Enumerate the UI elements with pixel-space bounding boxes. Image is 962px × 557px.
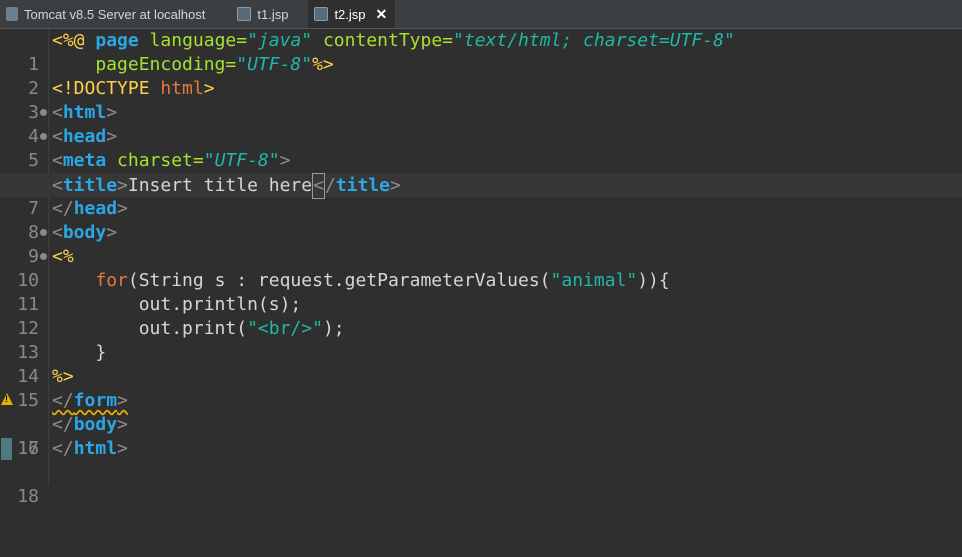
tag-bracket: </ bbox=[52, 390, 74, 411]
text-cursor: < bbox=[312, 173, 325, 199]
jsp-delimiter: <%@ bbox=[52, 30, 96, 51]
code-line: 8 </head> bbox=[0, 197, 962, 243]
tab-label: Tomcat v8.5 Server at localhost bbox=[24, 6, 206, 22]
fold-collapse-icon[interactable] bbox=[40, 133, 47, 140]
code-line: 2 pageEncoding="UTF-8"%> bbox=[0, 53, 962, 99]
fold-collapse-icon[interactable] bbox=[40, 229, 47, 236]
tag-bracket: </ bbox=[52, 198, 74, 219]
code-line: 13 out.print("<br/>"); bbox=[0, 317, 962, 363]
tag-bracket: < bbox=[52, 126, 63, 147]
code-line: 5 <head> bbox=[0, 125, 962, 171]
code-line: 1 <%@ page language="java" contentType="… bbox=[0, 29, 962, 75]
tag-bracket: > bbox=[106, 126, 118, 147]
string-literal: "<br/>" bbox=[247, 318, 323, 339]
tag-name: head bbox=[62, 126, 107, 147]
tag-bracket: > bbox=[117, 390, 128, 411]
tag-bracket: > bbox=[117, 414, 128, 435]
tag-bracket: > bbox=[279, 150, 291, 171]
tab-tomcat-server[interactable]: Tomcat v8.5 Server at localhost bbox=[0, 0, 213, 28]
tab-label: t2.jsp bbox=[334, 6, 366, 22]
tag-bracket: < bbox=[52, 175, 63, 196]
code-line: ! 16 </form> bbox=[0, 389, 962, 459]
tag-name: html bbox=[73, 438, 118, 459]
java-code: )){ bbox=[637, 270, 670, 291]
code-line: 11 for(String s : request.getParameterVa… bbox=[0, 269, 962, 315]
tag-bracket: </ bbox=[52, 414, 74, 435]
tag-name: body bbox=[73, 414, 118, 435]
tag-bracket: > bbox=[389, 175, 401, 196]
close-icon[interactable]: ✕ bbox=[376, 6, 388, 23]
text-content: Insert title here bbox=[127, 175, 313, 196]
tab-t1-jsp[interactable]: t1.jsp bbox=[231, 0, 296, 28]
attribute-name: contentType= bbox=[312, 30, 454, 51]
code-editor[interactable]: 1 <%@ page language="java" contentType="… bbox=[0, 29, 962, 507]
tab-t2-jsp[interactable]: t2.jsp ✕ bbox=[308, 0, 396, 28]
code-line: 14 } bbox=[0, 341, 962, 387]
attribute-value: "java" bbox=[247, 30, 313, 51]
code-line: 17 </body> bbox=[0, 413, 962, 459]
tag-bracket: < bbox=[52, 150, 63, 171]
tag-bracket: </ bbox=[52, 438, 74, 459]
java-code: (String s : request.getParameterValues( bbox=[127, 270, 551, 291]
tag-bracket: > bbox=[117, 198, 128, 219]
editor-tab-bar: Tomcat v8.5 Server at localhost t1.jsp t… bbox=[0, 0, 962, 29]
jsp-delimiter: %> bbox=[52, 366, 74, 387]
java-code: out.println(s); bbox=[52, 294, 302, 315]
tag-bracket: > bbox=[117, 175, 128, 196]
tag-bracket: < bbox=[52, 102, 63, 123]
code-line: 6 <meta charset="UTF-8"> bbox=[0, 149, 962, 195]
server-icon bbox=[6, 7, 18, 21]
line-number: 18 bbox=[17, 486, 39, 507]
warning-glyph: ! bbox=[5, 394, 8, 404]
code-line: 12 out.println(s); bbox=[0, 293, 962, 339]
tag-bracket: / bbox=[324, 175, 336, 196]
tag-bracket: > bbox=[106, 102, 118, 123]
tab-label: t1.jsp bbox=[257, 6, 289, 22]
doctype-close: > bbox=[203, 78, 215, 99]
java-code: } bbox=[52, 342, 107, 363]
attribute-value: "UTF-8" bbox=[203, 150, 280, 171]
tag-name-warning: form bbox=[73, 390, 118, 411]
attribute-value: "text/html; charset=UTF-8" bbox=[453, 30, 735, 51]
current-code-line: 7 <title>Insert title here</title> bbox=[0, 173, 962, 219]
code-line: 4 <html> bbox=[0, 101, 962, 147]
tag-name: html bbox=[62, 102, 107, 123]
attribute-name: language= bbox=[138, 30, 248, 51]
java-code: out.print( bbox=[52, 318, 248, 339]
tag-name: head bbox=[73, 198, 118, 219]
jsp-file-icon bbox=[314, 7, 329, 21]
tag-name: title bbox=[62, 175, 118, 196]
tag-bracket: > bbox=[117, 438, 128, 459]
code-line: 3 <!DOCTYPE html> bbox=[0, 77, 962, 123]
string-literal: "animal" bbox=[550, 270, 638, 291]
attribute-name: charset= bbox=[106, 150, 204, 171]
doctype-value: html bbox=[160, 78, 204, 99]
fold-collapse-icon[interactable] bbox=[40, 109, 47, 116]
code-line: 18 </html> bbox=[0, 437, 962, 507]
java-code: ); bbox=[322, 318, 345, 339]
tag-name: body bbox=[62, 222, 107, 243]
code-line: 9 <body> bbox=[0, 221, 962, 267]
attribute-name: pageEncoding= bbox=[52, 54, 237, 75]
jsp-delimiter: %> bbox=[312, 54, 334, 75]
doctype-open: <!DOCTYPE bbox=[52, 78, 161, 99]
tag-name: title bbox=[335, 175, 390, 196]
tag-name: meta bbox=[62, 150, 107, 171]
tag-bracket: > bbox=[106, 222, 118, 243]
jsp-delimiter: <% bbox=[52, 246, 74, 267]
jsp-file-icon bbox=[237, 7, 252, 21]
code-line: 10 <% bbox=[0, 245, 962, 291]
attribute-value: "UTF-8" bbox=[236, 54, 313, 75]
code-line: 15 %> bbox=[0, 365, 962, 411]
for-keyword: for bbox=[95, 270, 128, 291]
fold-collapse-icon[interactable] bbox=[40, 253, 47, 260]
bookmark-marker[interactable] bbox=[1, 438, 12, 460]
tag-bracket: < bbox=[52, 222, 63, 243]
directive-keyword: page bbox=[95, 30, 139, 51]
warning-icon[interactable]: ! bbox=[1, 393, 13, 405]
